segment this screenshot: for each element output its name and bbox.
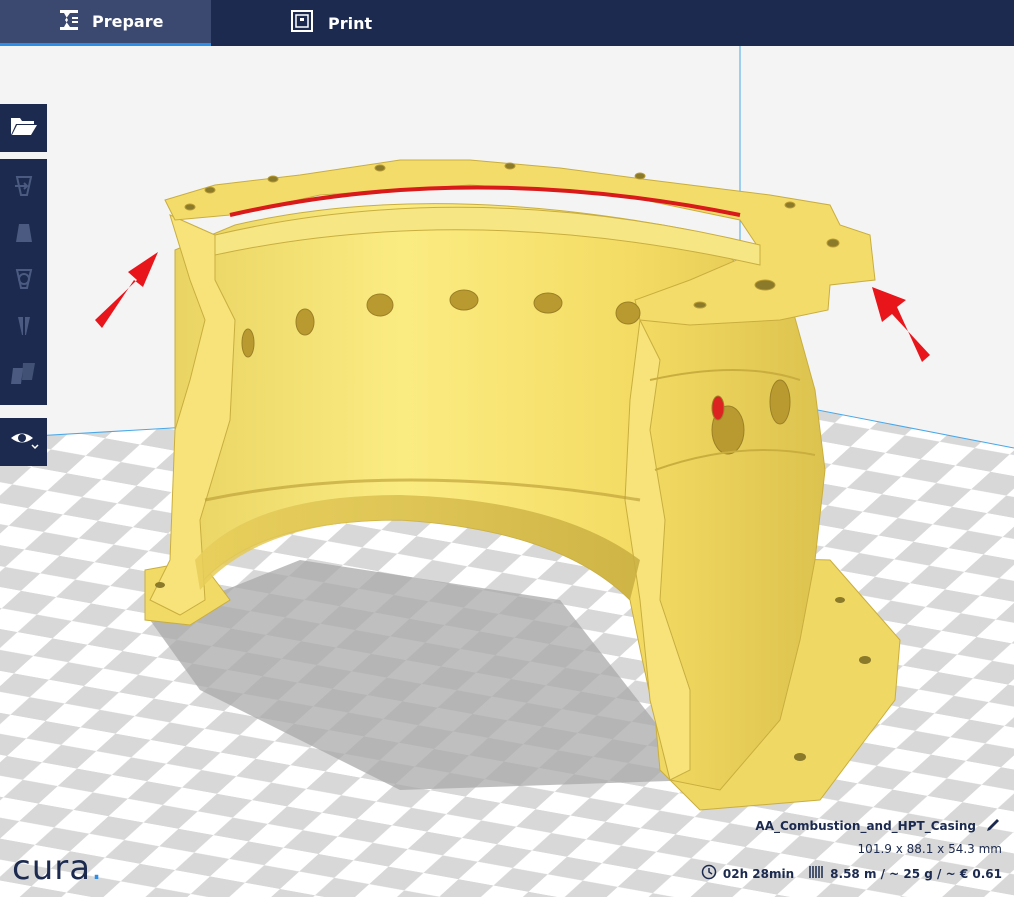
eye-icon	[8, 427, 40, 458]
print-time: 02h 28min	[722, 866, 795, 881]
tab-prepare[interactable]: Prepare	[0, 0, 211, 46]
tool-panel	[0, 159, 47, 405]
material-usage: 8.58 m / ~ 25 g / ~ € 0.61	[830, 866, 1002, 881]
edit-name-icon[interactable]	[986, 816, 1002, 835]
open-file-button[interactable]	[0, 104, 47, 152]
per-model-settings-tool[interactable]	[4, 356, 44, 396]
rotate-tool[interactable]	[4, 262, 44, 302]
per-model-settings-icon	[10, 360, 38, 391]
move-tool[interactable]	[4, 168, 44, 208]
view-mode-button[interactable]	[0, 418, 47, 466]
print-icon	[290, 9, 314, 37]
build-plate-scene	[0, 46, 1014, 897]
tab-prepare-label: Prepare	[92, 12, 164, 31]
logo-text: cura	[12, 848, 92, 888]
model-name: AA_Combustion_and_HPT_Casing	[755, 818, 976, 833]
scale-icon	[11, 220, 37, 251]
clock-icon	[701, 864, 717, 883]
print-estimate-row: 02h 28min 8.58 m / ~ 25 g / ~ € 0.61	[701, 864, 1002, 883]
model-dimensions: 101.9 x 88.1 x 54.3 mm	[857, 842, 1002, 856]
folder-open-icon	[10, 115, 38, 142]
logo-dot: .	[91, 848, 103, 888]
tab-print[interactable]: Print	[290, 0, 372, 46]
rotate-icon	[11, 266, 37, 297]
tab-print-label: Print	[328, 13, 373, 33]
mirror-tool[interactable]	[4, 309, 44, 349]
scale-tool[interactable]	[4, 215, 44, 255]
top-bar: Prepare Print	[0, 0, 1014, 46]
cura-logo: cura.	[12, 848, 103, 888]
prepare-icon	[58, 8, 80, 36]
material-icon	[808, 864, 824, 883]
mirror-icon	[11, 313, 37, 344]
model-name-row: AA_Combustion_and_HPT_Casing	[755, 816, 1002, 835]
move-icon	[11, 173, 37, 204]
3d-viewport[interactable]	[0, 46, 1014, 897]
